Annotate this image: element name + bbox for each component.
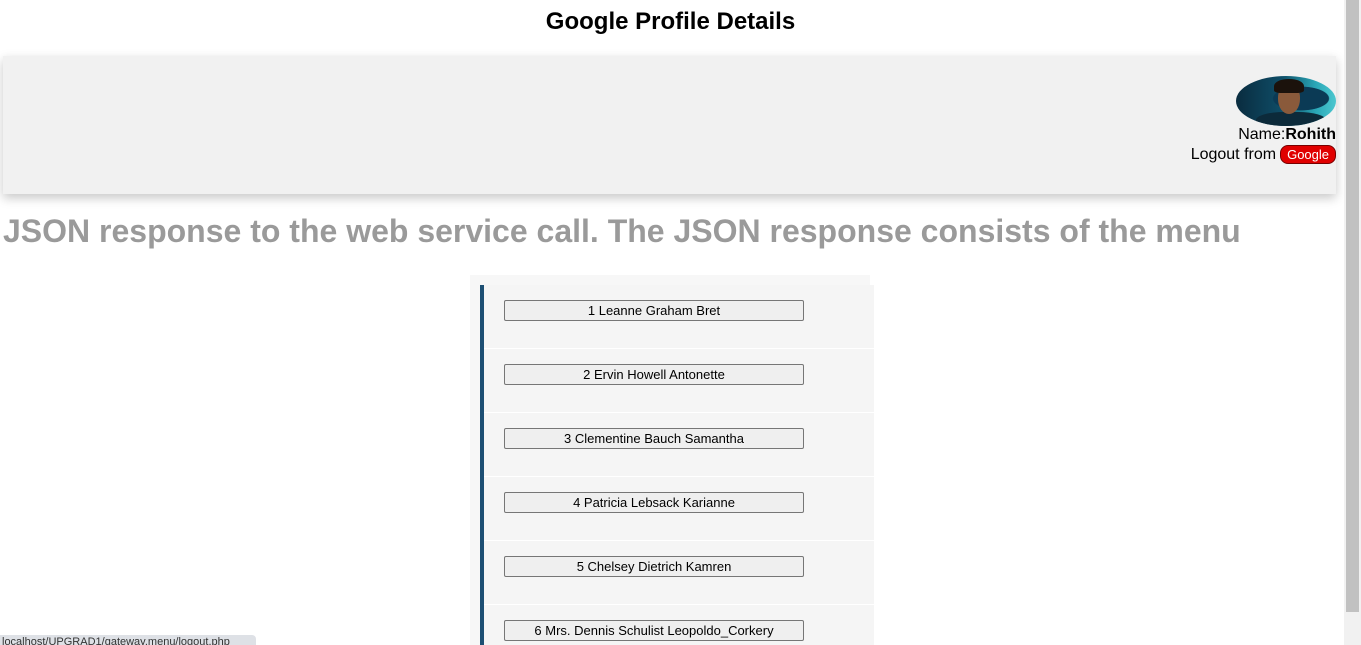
menu-item-button[interactable]: 2 Ervin Howell Antonette [504, 364, 804, 385]
menu-item-button[interactable]: 6 Mrs. Dennis Schulist Leopoldo_Corkery [504, 620, 804, 641]
menu-item: 5 Chelsey Dietrich Kamren [484, 541, 874, 605]
section-heading: JSON response to the web service call. T… [3, 213, 1241, 249]
link-status-bar: localhost/UPGRAD1/gateway.menu/logout.ph… [0, 635, 256, 645]
menu-panel: 1 Leanne Graham Bret 2 Ervin Howell Anto… [470, 275, 874, 645]
menu-item: 3 Clementine Bauch Samantha [484, 413, 874, 477]
vertical-scrollbar[interactable] [1344, 0, 1361, 645]
scrollbar-thumb[interactable] [1346, 0, 1359, 612]
profile-name-line: Name:Rohith [1238, 126, 1336, 144]
logout-label: Logout from [1190, 145, 1277, 163]
name-value: Rohith [1285, 126, 1336, 143]
menu-item-button[interactable]: 5 Chelsey Dietrich Kamren [504, 556, 804, 577]
google-logout-button[interactable]: Google [1280, 145, 1336, 164]
page-title: Google Profile Details [545, 8, 796, 35]
menu-item: 2 Ervin Howell Antonette [484, 349, 874, 413]
browser-viewport: Google Profile Details Name:Rohith Logou… [0, 0, 1361, 645]
menu-item-button[interactable]: 1 Leanne Graham Bret [504, 300, 804, 321]
menu-list: 1 Leanne Graham Bret 2 Ervin Howell Anto… [480, 285, 874, 645]
avatar-hair [1274, 79, 1304, 93]
menu-item: 4 Patricia Lebsack Karianne [484, 477, 874, 541]
menu-item: 1 Leanne Graham Bret [484, 285, 874, 349]
profile-card: Name:Rohith Logout from Google [3, 56, 1336, 194]
avatar [1236, 76, 1336, 126]
logout-line: Logout from Google [1191, 145, 1336, 164]
menu-item: 6 Mrs. Dennis Schulist Leopoldo_Corkery [484, 605, 874, 645]
menu-item-button[interactable]: 3 Clementine Bauch Samantha [504, 428, 804, 449]
name-label: Name: [1238, 126, 1286, 143]
avatar-shirt [1256, 112, 1326, 126]
menu-item-button[interactable]: 4 Patricia Lebsack Karianne [504, 492, 804, 513]
